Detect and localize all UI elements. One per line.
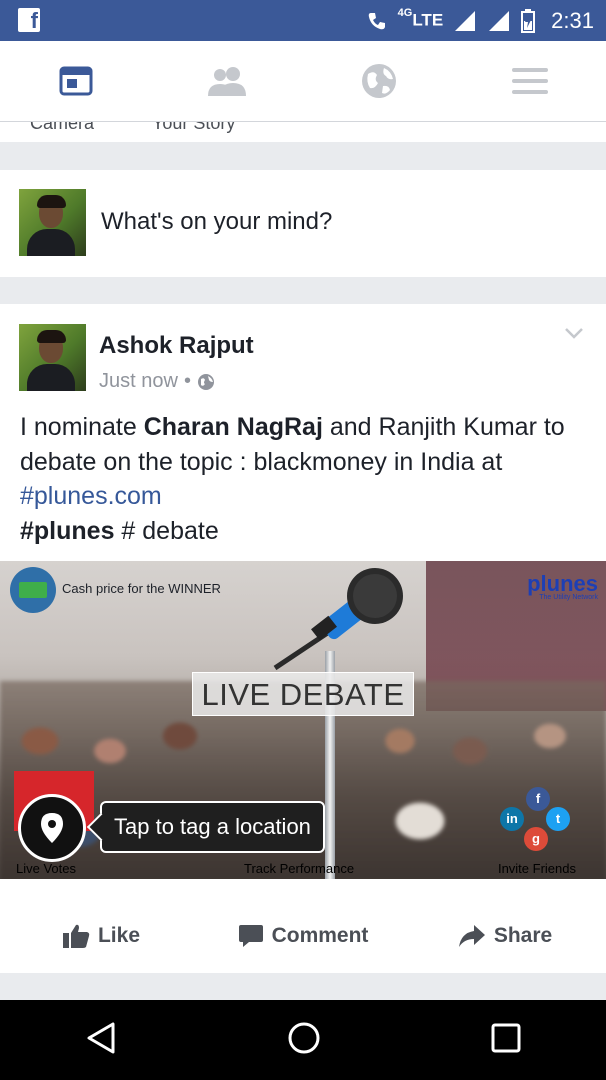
post-author-avatar[interactable] [19,324,86,391]
post-options-button[interactable] [564,326,584,344]
facebook-icon: f [526,787,550,811]
comment-icon [238,925,263,947]
clock: 2:31 [551,7,594,33]
tag-location-button[interactable] [18,794,86,862]
story-your-story-label[interactable]: Your Story [152,122,235,134]
caption-track-performance: Track Performance [244,861,355,876]
post-image[interactable]: Cash price for the WINNER plunes The Util… [0,561,606,879]
tab-friends[interactable] [152,41,304,121]
post-text-part: I nominate [20,413,144,441]
location-pin-icon [41,813,63,843]
caption-invite-friends: Invite Friends [497,861,576,876]
network-type-label: 4GLTE [397,7,444,30]
like-button[interactable]: Like [0,906,202,966]
share-label: Share [493,924,553,947]
news-feed-icon [59,66,93,96]
post-timestamp[interactable]: Just now [99,370,178,393]
plunes-logo-text: plunes [527,571,598,596]
post-link[interactable]: plunes.com [34,482,162,510]
social-icons: f in t g [500,787,576,853]
android-navigation-bar [0,1000,606,1080]
hashtag[interactable]: #plunes [20,517,114,545]
top-navigation [0,41,606,122]
friends-icon [208,67,247,96]
signal-icon [455,10,476,31]
cash-icon [10,567,56,613]
chevron-down-icon [565,328,583,339]
twitter-icon: t [546,807,570,831]
recents-button[interactable] [491,1023,521,1058]
like-label: Like [97,924,141,947]
google-plus-icon: g [524,827,548,851]
tab-news-feed[interactable] [0,41,152,121]
post-author-name[interactable]: Ashok Rajput [99,332,254,360]
signal-icon-2 [489,10,510,31]
tab-notifications[interactable] [303,41,455,121]
post-message: I nominate Charan NagRaj and Ranjith Kum… [20,410,590,548]
thumbs-up-icon [62,924,90,948]
recents-icon [491,1023,521,1052]
status-bar: f 4GLTE 2:31 [0,0,606,41]
back-button[interactable] [85,1021,117,1060]
composer-prompt[interactable]: What's on your mind? [101,208,332,236]
stories-strip: Camera Your Story [0,122,606,142]
post-meta: Just now • [99,370,215,393]
menu-icon [512,68,549,94]
facebook-notification-icon: f [18,8,40,33]
caption-live-votes: Live Votes [16,861,76,876]
meta-separator: • [183,370,191,392]
post-actions: Like Comment Share [0,906,606,966]
back-icon [87,1022,115,1053]
tab-menu[interactable] [455,41,606,121]
status-bar-indicators: 4GLTE 2:31 [366,0,594,41]
battery-charging-icon [521,8,536,33]
globe-icon [197,373,214,390]
share-button[interactable]: Share [404,906,606,966]
linkedin-icon: in [500,807,524,831]
tag-location-tooltip[interactable]: Tap to tag a location [100,801,325,853]
comment-button[interactable]: Comment [202,906,404,966]
post-text-part: # debate [114,516,219,545]
home-icon [288,1022,320,1053]
microphone-icon [273,568,403,671]
avatar [19,189,86,256]
comment-label: Comment [271,924,369,947]
cash-prize-text: Cash price for the WINNER [62,581,221,596]
post-link-hash: # [20,482,34,510]
wifi-calling-icon [368,12,385,29]
tagged-user[interactable]: Charan NagRaj [144,413,323,441]
share-arrow-icon [458,925,485,947]
live-debate-banner: LIVE DEBATE [192,672,414,716]
globe-icon [361,64,396,98]
home-button[interactable] [287,1021,321,1060]
story-camera-label[interactable]: Camera [30,122,94,134]
status-composer[interactable]: What's on your mind? [0,170,606,277]
plunes-logo: plunes The Utility Network [527,571,598,601]
feed-post: Ashok Rajput Just now • I nominate Chara… [0,304,606,973]
